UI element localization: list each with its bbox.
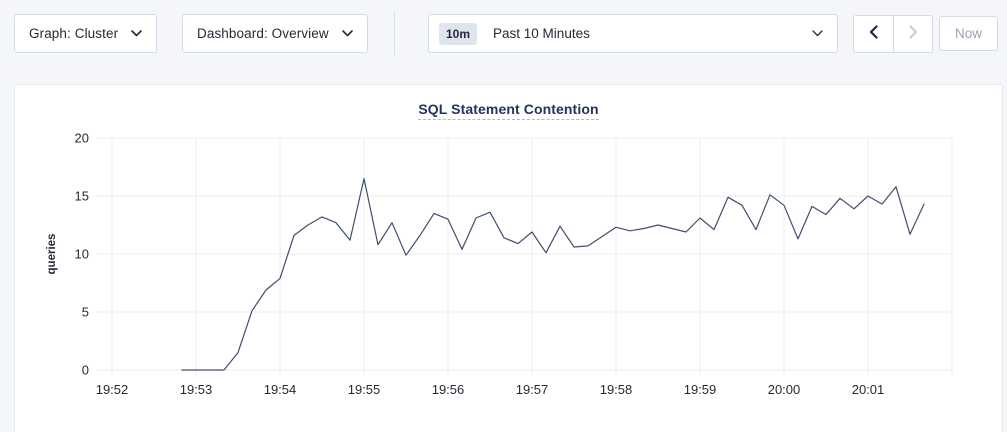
now-button[interactable]: Now (939, 16, 998, 51)
x-tick-label: 20:00 (768, 382, 801, 397)
time-range-badge: 10m (439, 23, 477, 45)
chevron-down-icon (812, 30, 823, 37)
x-tick-label: 19:57 (516, 382, 549, 397)
dashboard-dropdown-label: Dashboard: Overview (197, 26, 329, 41)
time-range-label: Past 10 Minutes (493, 26, 802, 41)
x-tick-label: 19:54 (264, 382, 297, 397)
graph-dropdown-label: Graph: Cluster (29, 26, 118, 41)
x-tick-label: 19:53 (180, 382, 213, 397)
graph-dropdown[interactable]: Graph: Cluster (14, 14, 157, 53)
chart-panel: SQL Statement Contention 0510152019:5219… (14, 84, 1003, 432)
dashboard-dropdown[interactable]: Dashboard: Overview (182, 14, 368, 53)
x-tick-label: 19:56 (432, 382, 465, 397)
time-prev-button[interactable] (854, 16, 893, 52)
line-chart: 0 5 10 15 20 19:52 19:53 19:54 19:55 19:56 19:57 19… (15, 85, 1002, 432)
x-tick-label: 19:55 (348, 382, 381, 397)
time-range-dropdown[interactable]: 10m Past 10 Minutes (428, 14, 838, 53)
x-tick-label: 19:59 (684, 382, 717, 397)
y-axis-label: queries (46, 234, 58, 275)
chevron-left-icon (869, 25, 878, 44)
time-next-button[interactable] (893, 16, 932, 52)
toolbar-divider (394, 12, 395, 55)
y-tick-label: 0 (82, 363, 89, 378)
time-nav-group (853, 15, 933, 53)
chevron-right-icon (909, 25, 918, 44)
chevron-down-icon (342, 30, 353, 37)
x-tick-label: 19:52 (96, 382, 129, 397)
y-tick-label: 5 (82, 305, 89, 320)
grid-lines (96, 138, 952, 375)
y-tick-label: 20 (75, 131, 89, 146)
y-tick-label: 10 (75, 247, 89, 262)
x-tick-label: 20:01 (852, 382, 885, 397)
now-button-label: Now (955, 26, 982, 41)
chevron-down-icon (131, 30, 142, 37)
x-tick-label: 19:58 (600, 382, 633, 397)
series-line (182, 179, 924, 370)
y-tick-label: 15 (75, 189, 89, 204)
